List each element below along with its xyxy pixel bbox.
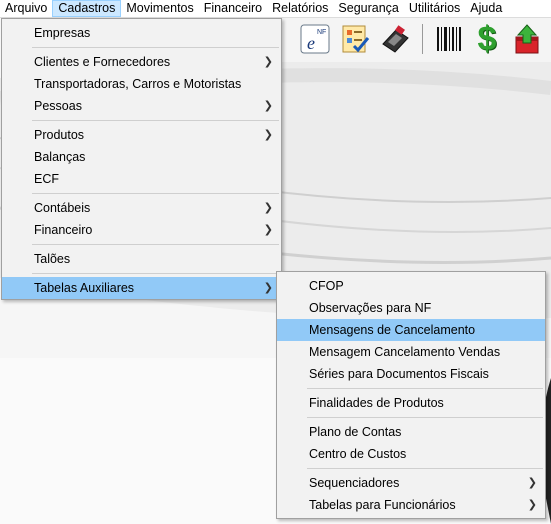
menu-item-clientes-fornecedores[interactable]: Clientes e Fornecedores ❯ — [2, 51, 281, 73]
menu-item-financeiro[interactable]: Financeiro ❯ — [2, 219, 281, 241]
menu-item-label: Sequenciadores — [309, 476, 400, 490]
submenu-arrow-icon: ❯ — [263, 129, 273, 141]
menu-item-label: Pessoas — [34, 99, 82, 113]
menu-item-finalidades-produtos[interactable]: Finalidades de Produtos — [277, 392, 545, 414]
menu-item-pessoas[interactable]: Pessoas ❯ — [2, 95, 281, 117]
toolbar-separator — [422, 24, 423, 54]
menu-separator — [32, 120, 279, 121]
menu-item-sequenciadores[interactable]: Sequenciadores ❯ — [277, 472, 545, 494]
menu-item-label: Balanças — [34, 150, 86, 164]
menu-separator — [307, 417, 543, 418]
menu-separator — [307, 468, 543, 469]
submenu-arrow-icon: ❯ — [263, 56, 273, 68]
menu-item-tabelas-auxiliares[interactable]: Tabelas Auxiliares ❯ — [2, 277, 281, 299]
menu-item-label: Mensagem Cancelamento Vendas — [309, 345, 501, 359]
menu-separator — [32, 193, 279, 194]
menu-item-taloes[interactable]: Talões — [2, 248, 281, 270]
menu-item-label: Produtos — [34, 128, 85, 142]
menu-item-mensagem-cancelamento-vendas[interactable]: Mensagem Cancelamento Vendas — [277, 341, 545, 363]
menu-item-label: Contábeis — [34, 201, 91, 215]
submenu-arrow-icon: ❯ — [263, 100, 273, 112]
dollar-icon[interactable]: $ — [470, 19, 504, 58]
submenu-arrow-icon: ❯ — [527, 477, 537, 489]
menu-item-label: Centro de Custos — [309, 447, 407, 461]
menu-item-centro-custos[interactable]: Centro de Custos — [277, 443, 545, 465]
submenu-arrow-icon: ❯ — [263, 224, 273, 236]
checklist-icon[interactable] — [338, 22, 372, 56]
menu-item-empresas[interactable]: Empresas — [2, 22, 281, 44]
menu-separator — [307, 388, 543, 389]
menu-financeiro[interactable]: Financeiro — [199, 0, 267, 17]
menu-separator — [32, 273, 279, 274]
menu-item-series-documentos[interactable]: Séries para Documentos Fiscais — [277, 363, 545, 385]
nfe-icon[interactable]: NF e — [298, 22, 332, 56]
submenu-arrow-icon: ❯ — [263, 282, 273, 294]
toolbar: NF e $ — [282, 18, 551, 62]
menu-item-label: Séries para Documentos Fiscais — [309, 367, 489, 381]
barcode-icon[interactable] — [432, 22, 466, 56]
menu-item-label: Talões — [34, 252, 71, 266]
menu-item-plano-contas[interactable]: Plano de Contas — [277, 421, 545, 443]
menu-relatorios[interactable]: Relatórios — [267, 0, 333, 17]
menu-item-mensagens-cancelamento[interactable]: Mensagens de Cancelamento — [277, 319, 545, 341]
menu-item-balancas[interactable]: Balanças — [2, 146, 281, 168]
menu-ajuda[interactable]: Ajuda — [465, 0, 507, 17]
svg-text:e: e — [307, 33, 315, 53]
dollar-sign: $ — [477, 19, 497, 58]
menu-item-label: Clientes e Fornecedores — [34, 55, 171, 69]
menu-item-label: Mensagens de Cancelamento — [309, 323, 476, 337]
menu-arquivo[interactable]: Arquivo — [0, 0, 52, 17]
menu-cadastros[interactable]: Cadastros — [52, 0, 122, 17]
submenu-arrow-icon: ❯ — [263, 202, 273, 214]
upload-box-icon[interactable] — [510, 22, 544, 56]
nfe-label: NF — [317, 29, 326, 36]
menu-item-produtos[interactable]: Produtos ❯ — [2, 124, 281, 146]
menu-item-observacoes-nf[interactable]: Observações para NF — [277, 297, 545, 319]
menu-item-label: Financeiro — [34, 223, 93, 237]
menu-item-transportadoras[interactable]: Transportadoras, Carros e Motoristas — [2, 73, 281, 95]
menu-item-label: Plano de Contas — [309, 425, 402, 439]
menu-item-label: Empresas — [34, 26, 91, 40]
menu-item-ecf[interactable]: ECF — [2, 168, 281, 190]
menu-item-label: Finalidades de Produtos — [309, 396, 444, 410]
menu-bar: Arquivo Cadastros Movimentos Financeiro … — [0, 0, 551, 18]
menu-item-label: Tabelas para Funcionários — [309, 498, 456, 512]
menu-item-label: Transportadoras, Carros e Motoristas — [34, 77, 242, 91]
menu-item-cfop[interactable]: CFOP — [277, 275, 545, 297]
menu-item-label: Tabelas Auxiliares — [34, 281, 135, 295]
tabelas-auxiliares-submenu: CFOP Observações para NF Mensagens de Ca… — [276, 271, 546, 519]
menu-item-label: Observações para NF — [309, 301, 432, 315]
menu-separator — [32, 47, 279, 48]
menu-item-label: ECF — [34, 172, 59, 186]
menu-item-tabelas-funcionarios[interactable]: Tabelas para Funcionários ❯ — [277, 494, 545, 516]
card-machine-icon[interactable] — [378, 22, 412, 56]
menu-separator — [32, 244, 279, 245]
menu-item-contabeis[interactable]: Contábeis ❯ — [2, 197, 281, 219]
menu-seguranca[interactable]: Segurança — [333, 0, 403, 17]
cadastros-menu: Empresas Clientes e Fornecedores ❯ Transp… — [1, 18, 282, 300]
menu-movimentos[interactable]: Movimentos — [121, 0, 198, 17]
submenu-arrow-icon: ❯ — [527, 499, 537, 511]
menu-item-label: CFOP — [309, 279, 344, 293]
menu-utilitarios[interactable]: Utilitários — [404, 0, 465, 17]
